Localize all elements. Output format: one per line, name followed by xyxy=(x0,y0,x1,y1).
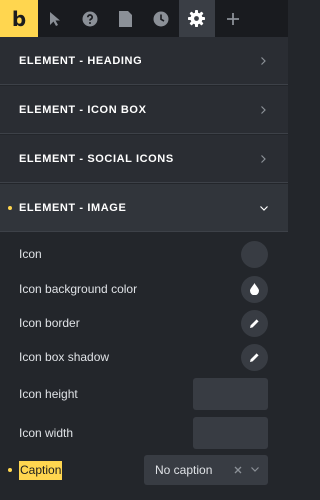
pencil-icon xyxy=(250,352,259,362)
icon-height-input[interactable] xyxy=(193,378,268,410)
icon-width-input[interactable] xyxy=(193,417,268,449)
edit-border-button[interactable] xyxy=(241,309,268,337)
section-title: ELEMENT - HEADING xyxy=(19,54,143,67)
modified-indicator xyxy=(8,205,12,210)
section-element-image[interactable]: ELEMENT - IMAGE xyxy=(0,184,288,232)
pointer-button[interactable] xyxy=(38,0,72,37)
section-element-heading[interactable]: ELEMENT - HEADING xyxy=(0,37,288,85)
document-icon xyxy=(119,10,133,27)
section-element-social-icons[interactable]: ELEMENT - SOCIAL ICONS xyxy=(0,135,288,183)
section-title: ELEMENT - SOCIAL ICONS xyxy=(19,152,174,165)
pointer-icon xyxy=(50,11,60,26)
setting-label: Icon background color xyxy=(19,282,138,296)
settings-icon xyxy=(188,10,206,27)
chevron-right-icon xyxy=(261,56,266,65)
pages-button[interactable] xyxy=(108,0,144,37)
edit-shadow-button[interactable] xyxy=(241,343,268,371)
setting-icon: Icon xyxy=(0,240,288,268)
setting-icon-width: Icon width xyxy=(0,417,288,449)
droplet-icon xyxy=(250,283,259,295)
pencil-icon xyxy=(250,318,259,328)
help-button[interactable] xyxy=(72,0,108,37)
setting-label: Icon height xyxy=(19,387,78,401)
setting-icon-box-shadow: Icon box shadow xyxy=(0,343,288,371)
history-button[interactable] xyxy=(143,0,179,37)
setting-label: Icon xyxy=(19,247,42,261)
clear-icon[interactable] xyxy=(234,466,242,474)
color-picker-button[interactable] xyxy=(241,275,268,303)
setting-label: Icon border xyxy=(19,316,80,330)
chevron-right-icon xyxy=(261,105,266,114)
setting-caption: Caption No caption xyxy=(0,455,288,485)
chevron-right-icon xyxy=(261,154,266,163)
image-settings-panel: Icon Icon background color Icon border I… xyxy=(0,232,288,500)
help-icon xyxy=(82,11,98,26)
chevron-down-icon xyxy=(260,205,268,211)
icon-picker-button[interactable] xyxy=(241,240,268,268)
caption-select[interactable]: No caption xyxy=(144,455,268,485)
setting-icon-background-color: Icon background color xyxy=(0,275,288,303)
setting-icon-height: Icon height xyxy=(0,378,288,410)
section-title: ELEMENT - ICON BOX xyxy=(19,103,147,116)
caption-select-value: No caption xyxy=(155,463,213,477)
modified-indicator xyxy=(8,468,12,472)
chevron-down-icon xyxy=(251,467,259,472)
add-button[interactable] xyxy=(215,0,251,37)
section-title: ELEMENT - IMAGE xyxy=(19,201,127,214)
setting-label: Icon box shadow xyxy=(19,350,110,364)
setting-icon-border: Icon border xyxy=(0,309,288,337)
top-toolbar: b xyxy=(0,0,288,37)
logo[interactable]: b xyxy=(0,0,38,37)
setting-label: Icon width xyxy=(19,426,74,440)
settings-button[interactable] xyxy=(179,0,215,37)
plus-icon xyxy=(226,12,239,25)
caption-label: Caption xyxy=(19,460,63,480)
history-icon xyxy=(153,11,169,26)
section-element-icon-box[interactable]: ELEMENT - ICON BOX xyxy=(0,86,288,134)
